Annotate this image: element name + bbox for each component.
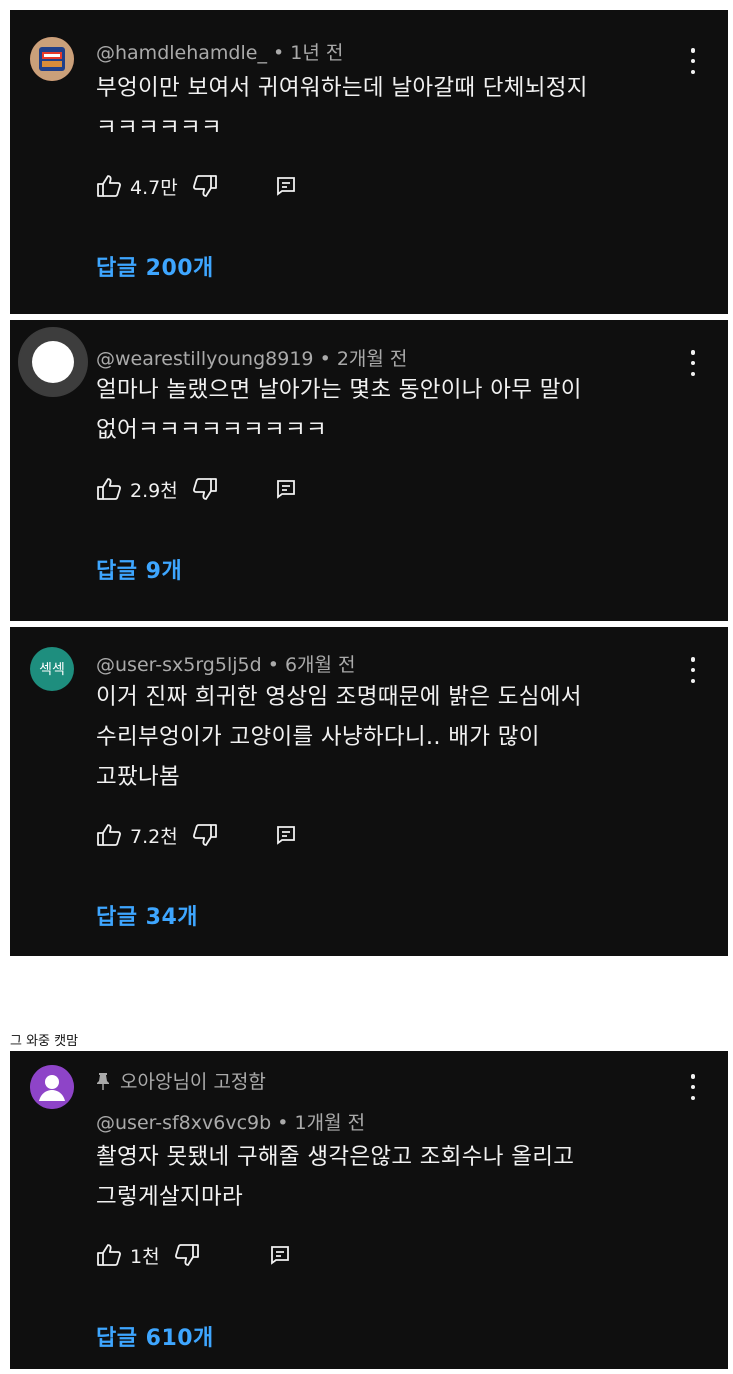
thumbs-up-icon[interactable] bbox=[96, 477, 122, 501]
separator: • bbox=[277, 1112, 289, 1134]
avatar[interactable] bbox=[30, 1065, 74, 1109]
reply-icon[interactable] bbox=[276, 479, 296, 499]
avatar-initials: 섹섹 bbox=[39, 662, 65, 678]
default-user-icon bbox=[30, 1065, 74, 1109]
comment-meta: @wearestillyoung8919 • 2개월 전 bbox=[96, 344, 407, 371]
comment-card-1: @hamdlehamdle_ • 1년 전 부엉이만 보여서 귀여워하는데 날아… bbox=[10, 10, 728, 314]
thumbs-down-icon[interactable] bbox=[192, 477, 218, 501]
like-count: 1천 bbox=[130, 1245, 160, 1268]
pinned-label: 오아앙님이 고정함 bbox=[96, 1067, 266, 1094]
comment-card-3: 섹섹 @user-sx5rg5lj5d • 6개월 전 이거 진짜 희귀한 영상… bbox=[10, 627, 728, 956]
comment-handle[interactable]: @wearestillyoung8919 bbox=[96, 348, 314, 370]
comment-actions: 7.2천 bbox=[96, 820, 296, 850]
pinned-text: 오아앙님이 고정함 bbox=[120, 1071, 266, 1093]
thumbs-down-icon[interactable] bbox=[192, 174, 218, 198]
comment-text: 부엉이만 보여서 귀여워하는데 날아갈때 단체뇌정지 ㅋㅋㅋㅋㅋㅋ bbox=[96, 68, 696, 148]
comment-card-4: 오아앙님이 고정함 @user-sf8xv6vc9b • 1개월 전 촬영자 못… bbox=[10, 1051, 728, 1369]
comment-actions: 1천 bbox=[96, 1240, 290, 1270]
comment-time: 6개월 전 bbox=[284, 654, 356, 676]
spam-can-icon bbox=[30, 37, 74, 81]
comment-card-2: @wearestillyoung8919 • 2개월 전 얼마나 놀랬으면 날아… bbox=[10, 320, 728, 621]
comment-line: 수리부엉이가 고양이를 사냥하다니.. 배가 많이 bbox=[96, 724, 540, 750]
comment-handle[interactable]: @hamdlehamdle_ bbox=[96, 42, 267, 64]
reply-icon[interactable] bbox=[276, 825, 296, 845]
like-count: 7.2천 bbox=[130, 825, 178, 848]
comment-meta: @hamdlehamdle_ • 1년 전 bbox=[96, 38, 343, 65]
comment-line: 얼마나 놀랬으면 날아가는 몇초 동안이나 아무 말이 bbox=[96, 377, 582, 403]
comment-text: 얼마나 놀랬으면 날아가는 몇초 동안이나 아무 말이 없어ㅋㅋㅋㅋㅋㅋㅋㅋㅋ bbox=[96, 370, 696, 450]
thumbs-up-icon[interactable] bbox=[96, 823, 122, 847]
comment-handle[interactable]: @user-sx5rg5lj5d bbox=[96, 654, 262, 676]
like-count: 2.9천 bbox=[130, 479, 178, 502]
view-replies-button[interactable]: 답글 200개 bbox=[96, 250, 214, 282]
comment-meta: @user-sx5rg5lj5d • 6개월 전 bbox=[96, 650, 356, 677]
like-count: 4.7만 bbox=[130, 176, 178, 199]
separator: • bbox=[273, 42, 285, 64]
comment-line: 고팠나봄 bbox=[96, 764, 181, 790]
thumbs-down-icon[interactable] bbox=[174, 1243, 200, 1267]
avatar[interactable] bbox=[30, 37, 74, 81]
comment-line: ㅋㅋㅋㅋㅋㅋ bbox=[96, 115, 223, 141]
comment-time: 2개월 전 bbox=[336, 348, 408, 370]
separator: • bbox=[319, 348, 331, 370]
thumbs-up-icon[interactable] bbox=[96, 174, 122, 198]
comment-time: 1개월 전 bbox=[294, 1112, 366, 1134]
comment-handle[interactable]: @user-sf8xv6vc9b bbox=[96, 1112, 271, 1134]
thumbs-down-icon[interactable] bbox=[192, 823, 218, 847]
comment-actions: 4.7만 bbox=[96, 171, 296, 201]
comment-line: 없어ㅋㅋㅋㅋㅋㅋㅋㅋㅋ bbox=[96, 417, 328, 443]
avatar[interactable]: 섹섹 bbox=[30, 647, 74, 691]
comment-line: 부엉이만 보여서 귀여워하는데 날아갈때 단체뇌정지 bbox=[96, 75, 588, 101]
separator: • bbox=[267, 654, 279, 676]
pin-icon bbox=[97, 1072, 109, 1090]
reply-icon[interactable] bbox=[270, 1245, 290, 1265]
avatar[interactable] bbox=[18, 327, 88, 397]
comment-line: 그렇게살지마라 bbox=[96, 1184, 244, 1210]
comment-text: 이거 진짜 희귀한 영상임 조명때문에 밝은 도심에서 수리부엉이가 고양이를 … bbox=[96, 677, 696, 797]
comment-actions: 2.9천 bbox=[96, 474, 296, 504]
view-replies-button[interactable]: 답글 610개 bbox=[96, 1320, 214, 1352]
comment-time: 1년 전 bbox=[290, 42, 344, 64]
white-circle-icon bbox=[19, 328, 87, 396]
comment-line: 이거 진짜 희귀한 영상임 조명때문에 밝은 도심에서 bbox=[96, 684, 582, 710]
comment-text: 촬영자 못됐네 구해줄 생각은않고 조회수나 올리고 그렇게살지마라 bbox=[96, 1137, 696, 1217]
more-options-icon[interactable] bbox=[688, 1074, 698, 1100]
view-replies-button[interactable]: 답글 9개 bbox=[96, 553, 182, 585]
comment-line: 촬영자 못됐네 구해줄 생각은않고 조회수나 올리고 bbox=[96, 1144, 575, 1170]
reply-icon[interactable] bbox=[276, 176, 296, 196]
comment-meta: @user-sf8xv6vc9b • 1개월 전 bbox=[96, 1108, 365, 1135]
caption-text: 그 와중 캣맘 bbox=[10, 1034, 79, 1049]
view-replies-button[interactable]: 답글 34개 bbox=[96, 899, 198, 931]
thumbs-up-icon[interactable] bbox=[96, 1243, 122, 1267]
